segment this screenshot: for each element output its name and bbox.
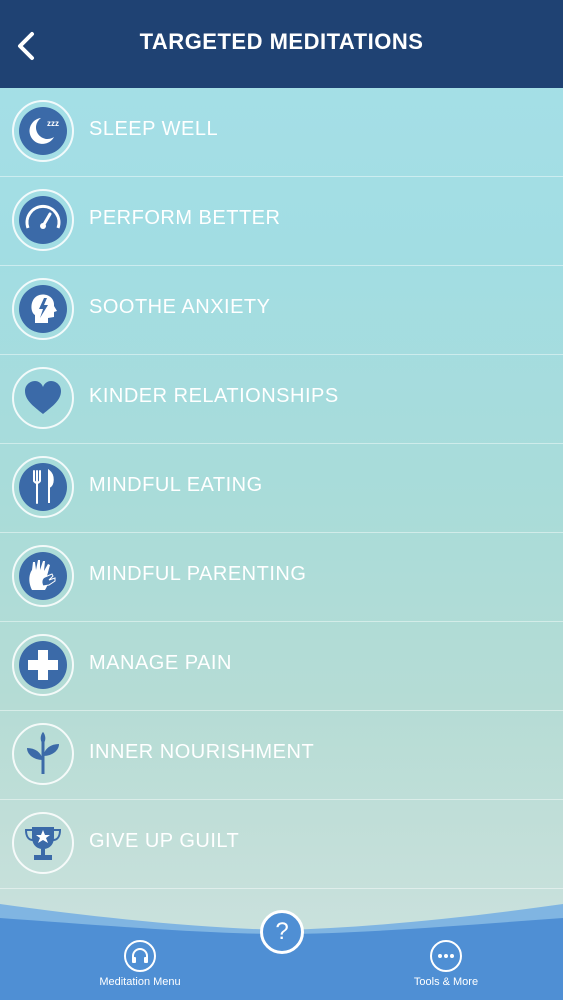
more-icon	[430, 940, 462, 972]
list-item-label: MANAGE PAIN	[89, 652, 232, 674]
headphones-icon	[124, 940, 156, 972]
list-item-label: INNER NOURISHMENT	[89, 741, 315, 763]
speedometer-icon	[12, 189, 74, 251]
tab-label: Meditation Menu	[99, 976, 181, 988]
list-item-label: PERFORM BETTER	[89, 207, 281, 229]
head-lightning-icon	[12, 278, 74, 340]
list-item-label: SLEEP WELL	[89, 118, 219, 140]
list-item-label: MINDFUL PARENTING	[89, 563, 307, 585]
fork-knife-icon	[12, 456, 74, 518]
list-item-label: GIVE UP GUILT	[89, 830, 240, 852]
list-item-label: MINDFUL EATING	[89, 474, 263, 496]
list-item-label: SOOTHE ANXIETY	[89, 296, 271, 318]
list-item-label: KINDER RELATIONSHIPS	[89, 385, 339, 407]
help-button[interactable]: ?	[260, 910, 304, 954]
tab-meditation-menu[interactable]: Meditation Menu	[90, 940, 190, 988]
moon-sleep-icon: zzz	[12, 100, 74, 162]
list-item-sleep-well[interactable]: zzz SLEEP WELL	[0, 88, 563, 177]
meditation-list: zzz SLEEP WELL PERFORM BETTER SOOTHE ANX…	[0, 88, 563, 889]
list-item-inner-nourishment[interactable]: INNER NOURISHMENT	[0, 711, 563, 800]
medical-cross-icon	[12, 634, 74, 696]
list-item-mindful-eating[interactable]: MINDFUL EATING	[0, 444, 563, 533]
tab-label: Tools & More	[413, 976, 479, 988]
sprout-icon	[12, 723, 74, 785]
list-item-manage-pain[interactable]: MANAGE PAIN	[0, 622, 563, 711]
list-item-perform-better[interactable]: PERFORM BETTER	[0, 177, 563, 266]
page-title: TARGETED MEDITATIONS	[139, 29, 424, 54]
list-item-mindful-parenting[interactable]: MINDFUL PARENTING	[0, 533, 563, 622]
heart-icon	[12, 367, 74, 429]
list-item-give-up-guilt[interactable]: GIVE UP GUILT	[0, 800, 563, 889]
list-item-kinder-relationships[interactable]: KINDER RELATIONSHIPS	[0, 355, 563, 444]
tab-tools-more[interactable]: Tools & More	[396, 940, 496, 988]
svg-text:zzz: zzz	[47, 119, 59, 128]
hands-icon	[12, 545, 74, 607]
header-bar: TARGETED MEDITATIONS	[0, 0, 563, 88]
list-item-soothe-anxiety[interactable]: SOOTHE ANXIETY	[0, 266, 563, 355]
trophy-icon	[12, 812, 74, 874]
